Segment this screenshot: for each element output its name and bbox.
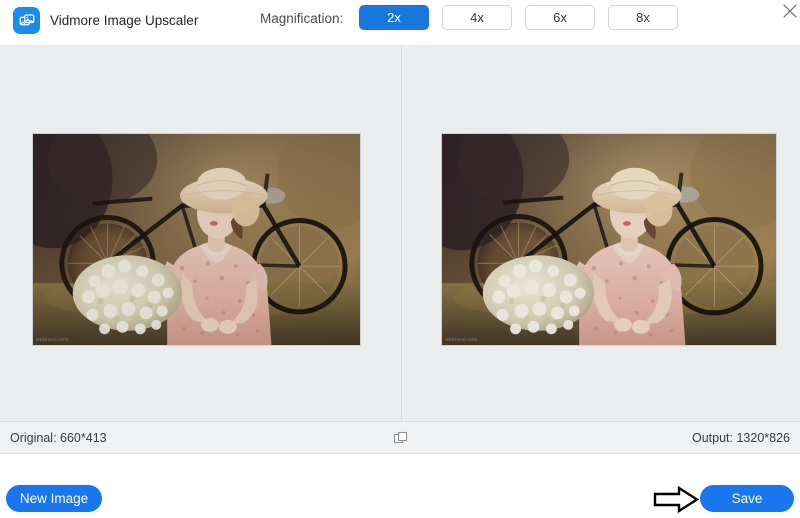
magnification-option-6x[interactable]: 6x — [525, 5, 595, 30]
original-size-label: Original: 660*413 — [10, 431, 107, 445]
app-header: Vidmore Image Upscaler Magnification: 2x… — [0, 0, 800, 45]
output-size-label: Output: 1320*826 — [692, 431, 790, 445]
app-title: Vidmore Image Upscaler — [50, 13, 198, 28]
upscaled-preview[interactable]: webneel.com — [441, 133, 777, 346]
brand: Vidmore Image Upscaler — [13, 7, 198, 34]
original-photo-graphic — [33, 134, 360, 346]
new-image-button[interactable]: New Image — [6, 485, 102, 512]
image-upscaler-window: Vidmore Image Upscaler Magnification: 2x… — [0, 0, 800, 518]
image-stack-icon — [13, 7, 40, 34]
magnification-option-8x[interactable]: 8x — [608, 5, 678, 30]
save-button[interactable]: Save — [700, 485, 794, 512]
upscaled-pane: webneel.com — [402, 45, 800, 421]
compare-squares-icon[interactable] — [393, 430, 409, 446]
magnification-option-4x[interactable]: 4x — [442, 5, 512, 30]
close-icon[interactable] — [780, 1, 800, 21]
original-preview[interactable]: webneel.com — [32, 133, 361, 346]
preview-area: webneel.com — [0, 45, 800, 421]
photo-watermark: webneel.com — [445, 337, 478, 343]
footer-action-bar: New Image Save — [0, 454, 800, 518]
magnification-options: 2x 4x 6x 8x — [359, 5, 678, 30]
magnification-label: Magnification: — [260, 11, 343, 26]
magnification-option-2x[interactable]: 2x — [359, 5, 429, 30]
original-pane: webneel.com — [0, 45, 401, 421]
upscaled-photo-graphic — [442, 134, 776, 346]
photo-watermark: webneel.com — [36, 337, 69, 343]
status-bar: Original: 660*413 Output: 1320*826 — [0, 421, 800, 454]
arrow-right-annotation-icon — [653, 486, 699, 513]
